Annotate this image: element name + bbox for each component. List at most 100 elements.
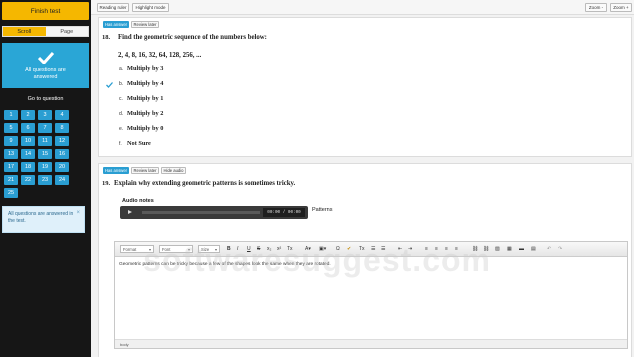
question-card-18: Has answer Review later 18. Find the geo… bbox=[98, 17, 632, 157]
zoom-out-button[interactable]: Zoom - bbox=[585, 3, 607, 12]
review-later-button[interactable]: Review later bbox=[131, 21, 159, 28]
zoom-in-button[interactable]: Zoom + bbox=[610, 3, 632, 12]
audio-progress-track[interactable] bbox=[142, 211, 260, 214]
selected-check-icon bbox=[106, 82, 113, 88]
question-tile[interactable]: 14 bbox=[21, 149, 35, 159]
question-tile[interactable]: 1 bbox=[4, 110, 18, 120]
option-b[interactable]: b. Multiply by 4 bbox=[119, 80, 163, 87]
question-text: Find the geometric sequence of the numbe… bbox=[118, 34, 267, 41]
answer-editor: Format Font Size B I U S x₂ x² Tx A▾ ▣▾ … bbox=[114, 241, 628, 349]
has-answer-badge: Has answer bbox=[103, 167, 129, 174]
align-left-icon[interactable]: ≡ bbox=[425, 246, 428, 252]
question-tile[interactable]: 13 bbox=[4, 149, 18, 159]
font-select[interactable]: Font bbox=[159, 245, 193, 253]
question-tile[interactable]: 21 bbox=[4, 175, 18, 185]
question-tile[interactable]: 25 bbox=[4, 188, 18, 198]
align-center-icon[interactable]: ≡ bbox=[435, 246, 438, 252]
question-tile[interactable]: 3 bbox=[38, 110, 52, 120]
bold-icon[interactable]: B bbox=[227, 246, 231, 252]
question-tile[interactable]: 18 bbox=[21, 162, 35, 172]
horizontal-line-icon[interactable]: ▬ bbox=[519, 246, 524, 252]
answered-status-panel: All questions are answered bbox=[2, 43, 89, 88]
question-tile[interactable]: 22 bbox=[21, 175, 35, 185]
has-answer-badge: Has answer bbox=[103, 21, 129, 28]
checkmark-icon bbox=[37, 52, 54, 64]
audio-time: 00:00 / 00:00 bbox=[263, 208, 305, 217]
sidebar: Finish test Scroll Page All questions ar… bbox=[0, 0, 91, 357]
question-tile[interactable]: 12 bbox=[55, 136, 69, 146]
redo-icon[interactable]: ↷ bbox=[558, 246, 562, 252]
format-select[interactable]: Format bbox=[120, 245, 154, 253]
question-tile[interactable]: 5 bbox=[4, 123, 18, 133]
top-toolbar: Reading ruler Highlight mode Zoom - Zoom… bbox=[91, 0, 634, 15]
editor-content[interactable]: Geometric patterns can be tricky because… bbox=[119, 262, 331, 267]
question-number: 19. bbox=[102, 180, 111, 187]
strikethrough-icon[interactable]: S bbox=[257, 246, 260, 252]
subscript-icon[interactable]: x₂ bbox=[267, 246, 271, 252]
audio-caption: Patterns bbox=[312, 207, 333, 213]
play-icon[interactable] bbox=[128, 210, 132, 214]
align-justify-icon[interactable]: ≡ bbox=[455, 246, 458, 252]
go-to-question-label: Go to question bbox=[27, 96, 64, 102]
option-f[interactable]: f. Not Sure bbox=[119, 140, 151, 147]
remove-format-icon[interactable]: Tx bbox=[287, 246, 293, 252]
unlink-icon[interactable]: ⛓ bbox=[483, 246, 489, 252]
question-tile[interactable]: 6 bbox=[21, 123, 35, 133]
link-icon[interactable]: ⛓ bbox=[472, 246, 478, 252]
undo-icon[interactable]: ↶ bbox=[547, 246, 551, 252]
indent-icon[interactable]: ⇥ bbox=[408, 246, 412, 252]
italic-icon[interactable]: I bbox=[237, 246, 238, 252]
text-color-icon[interactable]: A▾ bbox=[305, 246, 311, 252]
size-select[interactable]: Size bbox=[198, 245, 220, 253]
finish-test-button[interactable]: Finish test bbox=[2, 2, 89, 20]
review-later-button[interactable]: Review later bbox=[131, 167, 159, 174]
table-icon[interactable]: ▦ bbox=[507, 246, 512, 252]
reading-ruler-button[interactable]: Reading ruler bbox=[97, 3, 129, 12]
question-tile[interactable]: 9 bbox=[4, 136, 18, 146]
editor-status-bar: body bbox=[115, 339, 627, 348]
question-tile[interactable]: 19 bbox=[38, 162, 52, 172]
question-tile[interactable]: 2 bbox=[21, 110, 35, 120]
question-tile[interactable]: 16 bbox=[55, 149, 69, 159]
view-mode-toggle: Scroll Page bbox=[2, 26, 89, 37]
question-grid: 1 2 3 4 5 6 7 8 9 10 11 12 13 14 15 16 17 18 19 20 21 22 23 24 2… bbox=[4, 110, 72, 198]
notice-text: All questions are answered in the test. bbox=[8, 211, 74, 224]
source-icon[interactable]: ▤ bbox=[531, 246, 536, 252]
question-tile[interactable]: 10 bbox=[21, 136, 35, 146]
highlight-mode-button[interactable]: Highlight mode bbox=[132, 3, 169, 12]
option-c[interactable]: c. Multiply by 1 bbox=[119, 95, 163, 102]
scroll-mode-button[interactable]: Scroll bbox=[3, 27, 46, 36]
editor-toolbar: Format Font Size B I U S x₂ x² Tx A▾ ▣▾ … bbox=[115, 242, 627, 257]
image-icon[interactable]: ▨ bbox=[495, 246, 500, 252]
bulleted-list-icon[interactable]: ☰ bbox=[381, 246, 385, 252]
superscript-icon[interactable]: x² bbox=[277, 246, 281, 252]
question-tile[interactable]: 7 bbox=[38, 123, 52, 133]
question-tile[interactable]: 15 bbox=[38, 149, 52, 159]
bg-color-icon[interactable]: ▣▾ bbox=[319, 246, 326, 252]
hide-audio-button[interactable]: Hide audio bbox=[161, 167, 186, 174]
audio-notes-label: Audio notes bbox=[122, 198, 154, 204]
answered-notice: All questions are answered in the test. … bbox=[2, 206, 85, 233]
question-tile[interactable]: 23 bbox=[38, 175, 52, 185]
question-tile[interactable]: 8 bbox=[55, 123, 69, 133]
numbered-list-icon[interactable]: ☰ bbox=[371, 246, 375, 252]
clear-icon[interactable]: Tx bbox=[359, 246, 365, 252]
special-char-icon[interactable]: Ω bbox=[336, 246, 340, 252]
audio-player: 00:00 / 00:00 bbox=[120, 206, 308, 219]
answered-label: All questions are answered bbox=[25, 67, 66, 80]
outdent-icon[interactable]: ⇤ bbox=[398, 246, 402, 252]
question-tile[interactable]: 4 bbox=[55, 110, 69, 120]
close-icon[interactable]: × bbox=[76, 210, 80, 217]
question-tile[interactable]: 24 bbox=[55, 175, 69, 185]
question-tile[interactable]: 11 bbox=[38, 136, 52, 146]
question-tile[interactable]: 17 bbox=[4, 162, 18, 172]
underline-icon[interactable]: U bbox=[247, 246, 251, 252]
spellcheck-icon[interactable]: ✔ bbox=[347, 246, 351, 252]
question-tile[interactable]: 20 bbox=[55, 162, 69, 172]
page-mode-button[interactable]: Page bbox=[45, 27, 88, 36]
option-a[interactable]: a. Multiply by 3 bbox=[119, 65, 163, 72]
option-d[interactable]: d. Multiply by 2 bbox=[119, 110, 163, 117]
option-e[interactable]: e. Multiply by 0 bbox=[119, 125, 163, 132]
question-text: Explain why extending geometric patterns… bbox=[114, 180, 296, 187]
align-right-icon[interactable]: ≡ bbox=[445, 246, 448, 252]
